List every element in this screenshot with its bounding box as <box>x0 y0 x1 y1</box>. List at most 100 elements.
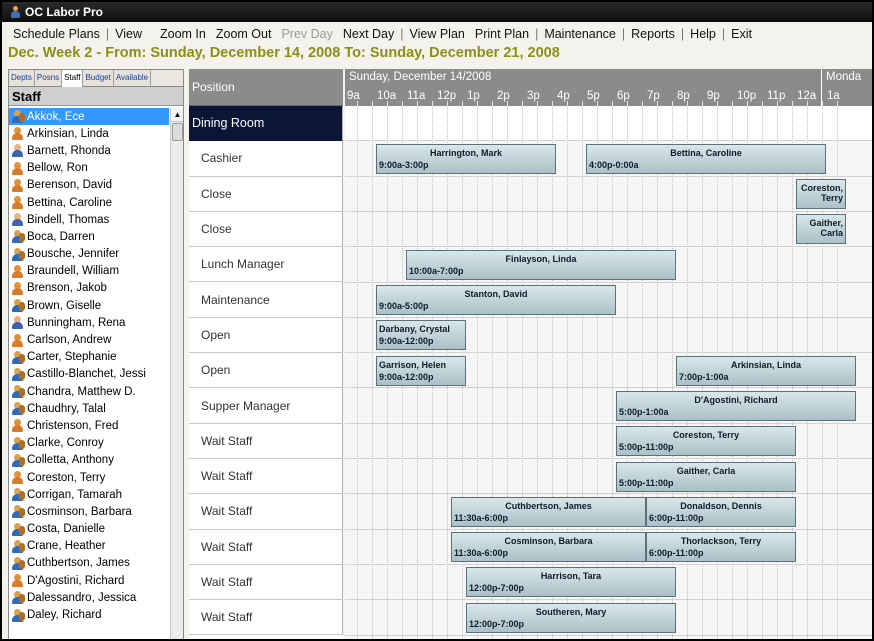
position-row[interactable]: Wait Staff <box>189 564 343 601</box>
position-row[interactable]: Supper Manager <box>189 388 343 424</box>
menu-reports[interactable]: Reports <box>626 27 680 41</box>
staff-list-item[interactable]: Corrigan, Tamarah <box>9 486 169 503</box>
position-row[interactable]: Open <box>189 317 343 354</box>
staff-list-item[interactable]: Costa, Danielle <box>9 521 169 538</box>
shift-block[interactable]: Coreston, Terry 5:00p-11:00p <box>616 426 796 457</box>
staff-list-item[interactable]: Brenson, Jakob <box>9 280 169 297</box>
staff-list-item[interactable]: Bunningham, Rena <box>9 314 169 331</box>
shift-block[interactable]: D'Agostini, Richard 5:00p-1:00a <box>616 390 856 421</box>
staff-list-item[interactable]: Brown, Giselle <box>9 297 169 314</box>
position-row[interactable]: Lunch Manager <box>189 247 343 283</box>
menu-help[interactable]: Help <box>685 27 721 41</box>
grid-row-line <box>345 316 872 318</box>
tab-posns[interactable]: Posns <box>34 70 63 86</box>
menu-view-plan[interactable]: View Plan <box>405 27 470 41</box>
tab-depts[interactable]: Depts <box>9 70 35 86</box>
tab-available[interactable]: Available <box>113 70 152 86</box>
shift-block[interactable]: Cuthbertson, James 11:30a-6:00p <box>451 496 646 527</box>
staff-list-item[interactable]: Carter, Stephanie <box>9 349 169 366</box>
shift-block[interactable]: Gaither, Carla 5:00p-11:00p <box>616 461 796 492</box>
staff-list-item[interactable]: Daley, Richard <box>9 606 169 623</box>
menu-maintenance[interactable]: Maintenance <box>539 27 621 41</box>
staff-name: Bettina, Caroline <box>27 196 113 209</box>
position-row[interactable]: Wait Staff <box>189 494 343 530</box>
staff-name: Arkinsian, Linda <box>27 127 109 140</box>
shift-block[interactable]: Southeren, Mary 12:00p-7:00p <box>466 602 676 633</box>
position-row[interactable]: Wait Staff <box>189 600 343 636</box>
person-icon <box>11 419 24 433</box>
menu-zoom-out[interactable]: Zoom Out <box>211 27 277 41</box>
staff-name: Boca, Darren <box>27 230 95 243</box>
position-row[interactable]: Wait Staff <box>189 458 343 495</box>
staff-list-item[interactable]: Akkok, Ece <box>9 108 169 126</box>
shift-block[interactable]: Arkinsian, Linda 7:00p-1:00a <box>676 355 856 386</box>
person-icon <box>11 213 24 227</box>
position-group-row[interactable]: Dining Room <box>189 106 343 142</box>
staff-list-item[interactable]: Boca, Darren <box>9 228 169 245</box>
staff-list-item[interactable]: Bellow, Ron <box>9 160 169 177</box>
scroll-thumb[interactable] <box>172 123 183 141</box>
shift-block[interactable]: Garrison, Helen 9:00a-12:00p <box>376 355 466 386</box>
shift-employee-name: Gaither, Carla <box>676 465 736 476</box>
staff-list-item[interactable]: Clarke, Conroy <box>9 435 169 452</box>
tab-staff[interactable]: Staff <box>62 70 84 87</box>
shift-block[interactable]: Harrington, Mark 9:00a-3:00p <box>376 143 556 174</box>
shift-employee-name: Gaither, Carla <box>809 218 843 239</box>
staff-list-item[interactable]: Christenson, Fred <box>9 417 169 434</box>
menu-schedule-plans[interactable]: Schedule Plans <box>8 27 105 41</box>
menu-zoom-in[interactable]: Zoom In <box>155 27 211 41</box>
staff-name: Akkok, Ece <box>27 110 85 123</box>
shift-time-range: 9:00a-12:00p <box>379 371 434 382</box>
staff-list-item[interactable]: Coreston, Terry <box>9 469 169 486</box>
position-row[interactable]: Maintenance <box>189 282 343 318</box>
staff-list-item[interactable]: Colletta, Anthony <box>9 452 169 469</box>
shift-block[interactable]: Bettina, Caroline 4:00p-0:00a <box>586 143 826 174</box>
staff-list-item[interactable]: Barnett, Rhonda <box>9 142 169 159</box>
staff-name: Brenson, Jakob <box>27 282 107 295</box>
shift-block[interactable]: Gaither, Carla <box>796 214 846 245</box>
staff-list-item[interactable]: D'Agostini, Richard <box>9 572 169 589</box>
scroll-up-button[interactable]: ▲ <box>171 108 183 122</box>
menu-prev-day[interactable]: Prev Day <box>276 27 337 41</box>
menu-next-day[interactable]: Next Day <box>338 27 399 41</box>
shift-block[interactable]: Coreston, Terry <box>796 179 846 210</box>
staff-list-item[interactable]: Carlson, Andrew <box>9 331 169 348</box>
shift-block[interactable]: Thorlackson, Terry 6:00p-11:00p <box>646 532 796 563</box>
staff-group-icon <box>11 402 25 416</box>
staff-list-item[interactable]: Cosminson, Barbara <box>9 503 169 520</box>
staff-list-item[interactable]: Cuthbertson, James <box>9 555 169 572</box>
person-icon <box>11 316 24 330</box>
position-row[interactable]: Close <box>189 176 343 212</box>
menu-exit[interactable]: Exit <box>726 27 757 41</box>
staff-list-item[interactable]: Berenson, David <box>9 177 169 194</box>
staff-name: Bindell, Thomas <box>27 213 110 226</box>
staff-list-scrollbar[interactable]: ▲ <box>170 108 183 639</box>
staff-list-item[interactable]: Bettina, Caroline <box>9 194 169 211</box>
staff-list-item[interactable]: Arkinsian, Linda <box>9 125 169 142</box>
shift-employee-name: Southeren, Mary <box>535 606 607 617</box>
shift-block[interactable]: Harrison, Tara 12:00p-7:00p <box>466 567 676 598</box>
shift-block[interactable]: Finlayson, Linda 10:00a-7:00p <box>406 249 676 280</box>
staff-list-item[interactable]: Bousche, Jennifer <box>9 246 169 263</box>
staff-list-item[interactable]: Castillo-Blanchet, Jessi <box>9 366 169 383</box>
shift-block[interactable]: Darbany, Crystal 9:00a-12:00p <box>376 320 466 351</box>
shift-block[interactable]: Cosminson, Barbara 11:30a-6:00p <box>451 532 646 563</box>
position-row[interactable]: Wait Staff <box>189 529 343 565</box>
position-row[interactable]: Open <box>189 353 343 389</box>
tab-budget[interactable]: Budget <box>83 70 114 86</box>
person-icon <box>11 144 24 158</box>
menu-view[interactable]: View <box>110 27 147 41</box>
position-row[interactable]: Cashier <box>189 141 343 177</box>
staff-list-item[interactable]: Braundell, William <box>9 263 169 280</box>
staff-list-item[interactable]: Crane, Heather <box>9 538 169 555</box>
staff-list-item[interactable]: Chandra, Matthew D. <box>9 383 169 400</box>
shift-block[interactable]: Stanton, David 9:00a-5:00p <box>376 285 616 315</box>
staff-list-item[interactable]: Chaudhry, Talal <box>9 400 169 417</box>
position-row[interactable]: Close <box>189 211 343 248</box>
staff-list-item[interactable]: Dalessandro, Jessica <box>9 589 169 606</box>
position-row[interactable]: Wait Staff <box>189 423 343 459</box>
staff-list[interactable]: Akkok, Ece Arkinsian, Linda Barnett, Rhond… <box>9 108 169 639</box>
menu-print-plan[interactable]: Print Plan <box>470 27 534 41</box>
shift-block[interactable]: Donaldson, Dennis 6:00p-11:00p <box>646 496 796 527</box>
staff-list-item[interactable]: Bindell, Thomas <box>9 211 169 228</box>
